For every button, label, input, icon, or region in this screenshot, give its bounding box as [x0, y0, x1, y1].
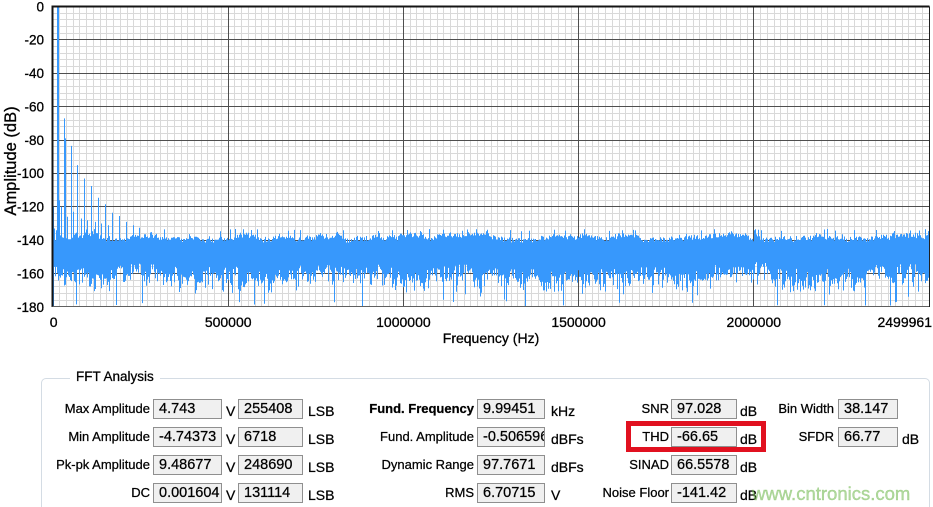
svg-text:1500000: 1500000 — [551, 314, 606, 330]
svg-text:-140: -140 — [17, 233, 44, 248]
svg-text:-160: -160 — [17, 266, 44, 281]
svg-text:2000000: 2000000 — [727, 314, 782, 330]
svg-text:-60: -60 — [24, 100, 44, 115]
svg-text:1000000: 1000000 — [376, 314, 431, 330]
svg-text:0: 0 — [50, 314, 58, 330]
svg-text:0: 0 — [36, 0, 44, 14]
svg-text:Frequency (Hz): Frequency (Hz) — [443, 330, 539, 346]
svg-text:-20: -20 — [24, 33, 44, 48]
svg-text:-40: -40 — [24, 66, 44, 81]
svg-text:-180: -180 — [17, 300, 44, 315]
svg-text:500000: 500000 — [205, 314, 252, 330]
svg-text:-80: -80 — [24, 133, 44, 148]
svg-text:2499961: 2499961 — [877, 314, 932, 330]
svg-text:Amplitude (dB): Amplitude (dB) — [2, 106, 20, 215]
svg-text:-120: -120 — [17, 200, 44, 215]
svg-text:-100: -100 — [17, 166, 44, 181]
